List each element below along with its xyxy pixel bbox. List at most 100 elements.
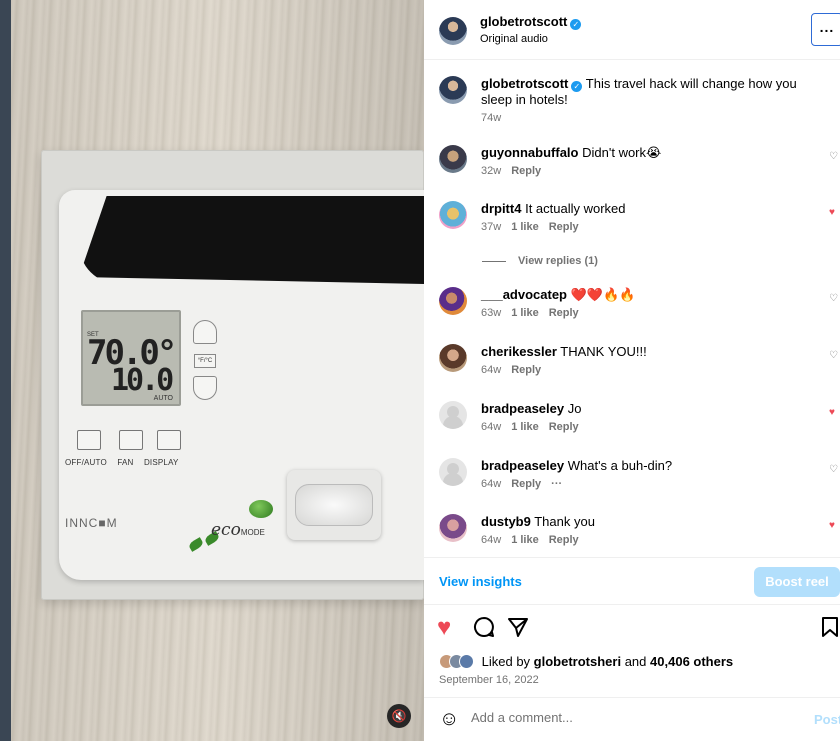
comment-item: guyonnabuffalo Didn't work😭 32w Reply ♡ bbox=[424, 145, 840, 197]
avatar[interactable] bbox=[439, 514, 467, 542]
reply-button[interactable]: Reply bbox=[549, 534, 579, 546]
comment-item: ___advocatep ❤️❤️🔥🔥 63w 1 like Reply ♡ bbox=[424, 287, 840, 339]
comment-text: cherikessler THANK YOU!!! bbox=[481, 344, 647, 359]
comment-bubble-svg bbox=[474, 617, 494, 637]
comment-liked-heart-icon[interactable]: ♥ bbox=[829, 207, 835, 218]
liked-by-username[interactable]: globetrotsheri bbox=[534, 654, 621, 669]
avatar[interactable] bbox=[439, 201, 467, 229]
comment-username[interactable]: ___advocatep bbox=[481, 287, 567, 302]
comment-likes[interactable]: 1 like bbox=[511, 221, 539, 233]
comment-like-heart-icon[interactable]: ♡ bbox=[829, 293, 838, 304]
comment-item: cherikessler THANK YOU!!! 64w Reply ♡ bbox=[424, 344, 840, 396]
reply-button[interactable]: Reply bbox=[549, 221, 579, 233]
comment-text: drpitt4 It actually worked bbox=[481, 201, 626, 216]
comment-body: It actually worked bbox=[525, 201, 626, 216]
comment-time[interactable]: 64w bbox=[481, 534, 501, 546]
comment-like-heart-icon[interactable]: ♡ bbox=[829, 350, 838, 361]
label-display: DISPLAY bbox=[143, 458, 179, 467]
comment-username[interactable]: cherikessler bbox=[481, 344, 557, 359]
post-caption: globetrotscott ✓ This travel hack will ch… bbox=[424, 60, 840, 135]
reply-button[interactable]: Reply bbox=[549, 307, 579, 319]
comment-body: Jo bbox=[567, 401, 582, 416]
comment-username[interactable]: guyonnabuffalo bbox=[481, 145, 579, 160]
bookmark-svg bbox=[822, 617, 838, 637]
comment-liked-heart-icon[interactable]: ♥ bbox=[829, 520, 835, 531]
comment-likes[interactable]: 1 like bbox=[511, 421, 539, 433]
post-header: globetrotscott ✓ Original audio ... bbox=[424, 0, 840, 60]
comment-meta: 64w 1 like Reply bbox=[481, 534, 589, 546]
avatar[interactable] bbox=[439, 401, 467, 429]
speaker-muted-icon[interactable]: 🔇 bbox=[387, 704, 411, 728]
boost-reel-button[interactable]: Boost reel bbox=[754, 567, 840, 597]
header-username[interactable]: globetrotscott ✓ bbox=[480, 14, 582, 30]
avatar[interactable] bbox=[439, 458, 467, 486]
paper-plane-svg bbox=[508, 618, 528, 637]
comment-username[interactable]: dustyb9 bbox=[481, 514, 531, 529]
reply-button[interactable]: Reply bbox=[511, 165, 541, 177]
reply-button[interactable]: Reply bbox=[511, 364, 541, 376]
comment-time[interactable]: 64w bbox=[481, 478, 501, 490]
eco-mode-label: ecoMODE bbox=[211, 520, 265, 540]
thermostat-off-auto-button bbox=[77, 430, 101, 450]
comment-input[interactable] bbox=[471, 710, 801, 725]
comment-time[interactable]: 64w bbox=[481, 421, 501, 433]
view-replies-label[interactable]: View replies (1) bbox=[518, 255, 598, 267]
replies-line bbox=[482, 260, 506, 262]
comment-meta: 64w Reply bbox=[481, 364, 551, 376]
avatar[interactable] bbox=[439, 17, 467, 45]
share-icon[interactable] bbox=[506, 614, 530, 647]
comment-time[interactable]: 32w bbox=[481, 165, 501, 177]
caption-timestamp[interactable]: 74w bbox=[481, 112, 501, 124]
caption-username[interactable]: globetrotscott bbox=[481, 76, 568, 91]
comment-like-heart-icon[interactable]: ♡ bbox=[829, 151, 838, 162]
comment-time[interactable]: 63w bbox=[481, 307, 501, 319]
comment-like-heart-icon[interactable]: ♡ bbox=[829, 464, 838, 475]
comment-meta: 63w 1 like Reply bbox=[481, 307, 589, 319]
mode-text: MODE bbox=[240, 528, 265, 537]
view-replies-button[interactable]: View replies (1) bbox=[482, 255, 598, 267]
add-comment-bar: ☺ Post bbox=[424, 697, 840, 741]
comment-text: guyonnabuffalo Didn't work😭 bbox=[481, 145, 661, 161]
thermostat-up-button bbox=[193, 320, 217, 344]
post-comment-button[interactable]: Post bbox=[814, 712, 840, 727]
comment-body: THANK YOU!!! bbox=[560, 344, 647, 359]
reply-button[interactable]: Reply bbox=[511, 478, 541, 490]
avatar[interactable] bbox=[439, 76, 467, 104]
avatar[interactable] bbox=[439, 145, 467, 173]
likes-count[interactable]: 40,406 others bbox=[650, 654, 733, 669]
comment-liked-heart-icon[interactable]: ♥ bbox=[829, 407, 835, 418]
comment-item: bradpeaseley Jo 64w 1 like Reply ♥ bbox=[424, 401, 840, 453]
reply-button[interactable]: Reply bbox=[549, 421, 579, 433]
bookmark-icon[interactable] bbox=[820, 614, 840, 647]
reel-video[interactable]: SET 70.0° 10.0 AUTO °F/°C OFF/AUTO FAN D… bbox=[11, 0, 424, 741]
emoji-icon[interactable]: ☺ bbox=[439, 708, 459, 730]
comment-more-options-icon[interactable]: ··· bbox=[551, 478, 562, 490]
comment-likes[interactable]: 1 like bbox=[511, 534, 539, 546]
username-text[interactable]: globetrotscott bbox=[480, 14, 567, 29]
comment-text: bradpeaseley Jo bbox=[481, 401, 581, 416]
insights-bar: View insights Boost reel bbox=[424, 557, 840, 605]
comment-time[interactable]: 64w bbox=[481, 364, 501, 376]
more-options-button[interactable]: ... bbox=[811, 13, 840, 46]
comment-body: What's a buh-din? bbox=[567, 458, 673, 473]
eco-mode-led bbox=[249, 500, 273, 518]
comment-username[interactable]: bradpeaseley bbox=[481, 401, 564, 416]
comment-icon[interactable] bbox=[472, 614, 496, 647]
comment-body: ❤️❤️🔥🔥 bbox=[570, 287, 636, 302]
thermostat-fan-button bbox=[119, 430, 143, 450]
post-panel: globetrotscott ✓ Original audio ... globe… bbox=[424, 0, 840, 741]
comment-meta: 64w 1 like Reply bbox=[481, 421, 589, 433]
view-insights-link[interactable]: View insights bbox=[439, 574, 522, 589]
heart-icon[interactable]: ♥ bbox=[437, 614, 451, 642]
motion-sensor bbox=[287, 470, 381, 540]
comment-text: ___advocatep ❤️❤️🔥🔥 bbox=[481, 287, 635, 303]
thermostat-unit-button: °F/°C bbox=[194, 354, 216, 368]
comment-time[interactable]: 37w bbox=[481, 221, 501, 233]
comment-likes[interactable]: 1 like bbox=[511, 307, 539, 319]
comment-username[interactable]: bradpeaseley bbox=[481, 458, 564, 473]
audio-label[interactable]: Original audio bbox=[480, 33, 548, 45]
avatar[interactable] bbox=[439, 344, 467, 372]
comment-username[interactable]: drpitt4 bbox=[481, 201, 521, 216]
post-date[interactable]: September 16, 2022 bbox=[439, 674, 539, 686]
avatar[interactable] bbox=[439, 287, 467, 315]
